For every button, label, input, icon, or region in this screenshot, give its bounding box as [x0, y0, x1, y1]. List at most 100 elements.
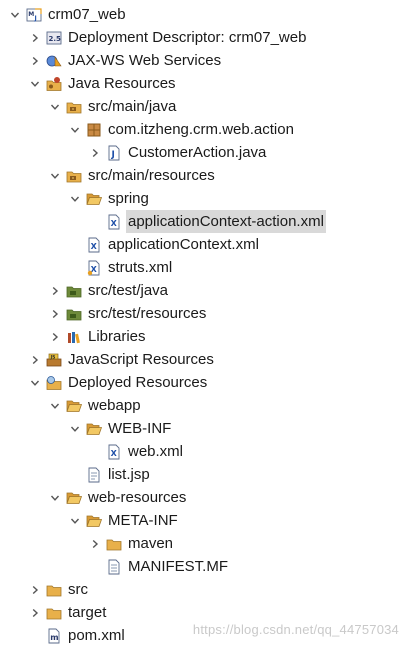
expanded-arrow-icon[interactable]: [48, 486, 62, 509]
tree-item[interactable]: src/main/java: [48, 95, 178, 118]
tree-item-label: pom.xml: [68, 627, 125, 644]
tree-item[interactable]: target: [28, 601, 108, 624]
collapsed-arrow-icon[interactable]: [88, 532, 102, 555]
tree-item[interactable]: web-resources: [48, 486, 188, 509]
tree-item[interactable]: Xstruts.xml: [68, 256, 174, 279]
expanded-arrow-icon[interactable]: [68, 509, 82, 532]
tree-item-label: WEB-INF: [108, 420, 172, 437]
collapsed-arrow-icon[interactable]: [48, 325, 62, 348]
tree-item[interactable]: META-INF: [68, 509, 180, 532]
tree-item[interactable]: list.jsp: [68, 463, 152, 486]
source-folder-icon: [66, 168, 82, 184]
folder-icon: [46, 605, 62, 621]
source-folder-icon: [66, 99, 82, 115]
tree-item[interactable]: src: [28, 578, 90, 601]
tree-item[interactable]: Java Resources: [28, 72, 178, 95]
collapsed-arrow-icon[interactable]: [28, 49, 42, 72]
tree-item[interactable]: src/test/resources: [48, 302, 208, 325]
folder-icon: [106, 536, 122, 552]
tree-item-label: src: [68, 581, 88, 598]
tree-item[interactable]: 2.5 Deployment Descriptor: crm07_web: [28, 26, 308, 49]
collapsed-arrow-icon[interactable]: [28, 348, 42, 371]
tree-item-label: struts.xml: [108, 259, 173, 276]
collapsed-arrow-icon[interactable]: [28, 26, 42, 49]
expanded-arrow-icon[interactable]: [68, 118, 82, 141]
tree-item-label: Deployment Descriptor: crm07_web: [68, 29, 307, 46]
folder-open-icon: [86, 421, 102, 437]
xml-file-icon: X: [106, 444, 122, 460]
maven-pom-file-icon: m: [46, 628, 62, 644]
expanded-arrow-icon[interactable]: [28, 72, 42, 95]
collapsed-arrow-icon[interactable]: [48, 302, 62, 325]
svg-text:X: X: [111, 219, 118, 228]
tree-item-label: webapp: [88, 397, 141, 414]
tree-item[interactable]: JAX-WS Web Services: [28, 49, 223, 72]
svg-text:M: M: [28, 11, 34, 18]
collapsed-arrow-icon[interactable]: [28, 601, 42, 624]
tree-item-label: applicationContext-action.xml: [126, 210, 326, 233]
tree-item-label: src/main/java: [88, 98, 177, 115]
tree-item[interactable]: Xweb.xml: [88, 440, 185, 463]
expanded-arrow-icon[interactable]: [48, 95, 62, 118]
tree-item[interactable]: XapplicationContext-action.xml: [88, 210, 326, 233]
tree-item[interactable]: src/main/resources: [48, 164, 217, 187]
expanded-arrow-icon[interactable]: [68, 417, 82, 440]
svg-text:JS: JS: [50, 354, 56, 360]
tree-item[interactable]: m pom.xml: [28, 624, 127, 647]
tree-item-label: JavaScript Resources: [68, 351, 214, 368]
tree-item[interactable]: M Jcrm07_web: [8, 3, 128, 26]
expanded-arrow-icon[interactable]: [28, 371, 42, 394]
collapsed-arrow-icon[interactable]: [88, 141, 102, 164]
deployed-resources-icon: [46, 375, 62, 391]
text-file-icon: [106, 559, 122, 575]
jsp-file-icon: [86, 467, 102, 483]
expanded-arrow-icon[interactable]: [68, 187, 82, 210]
expanded-arrow-icon[interactable]: [48, 394, 62, 417]
tree-item[interactable]: XapplicationContext.xml: [68, 233, 261, 256]
collapsed-arrow-icon[interactable]: [48, 279, 62, 302]
tree-item[interactable]: Deployed Resources: [28, 371, 209, 394]
tree-item-label: applicationContext.xml: [108, 236, 259, 253]
tree-item[interactable]: webapp: [48, 394, 143, 417]
java-file-icon: J: [106, 145, 122, 161]
java-resources-icon: [46, 76, 62, 92]
tree-item[interactable]: WEB-INF: [68, 417, 173, 440]
tree-item-label: src/test/resources: [88, 305, 207, 322]
tree-item[interactable]: spring: [68, 187, 151, 210]
js-resources-icon: JS: [46, 352, 62, 368]
folder-icon: [46, 582, 62, 598]
tree-item[interactable]: maven: [88, 532, 175, 555]
collapsed-arrow-icon[interactable]: [28, 578, 42, 601]
tree-item-label: crm07_web: [48, 6, 126, 23]
tree-item-label: web.xml: [128, 443, 184, 460]
tree-item-label: Libraries: [88, 328, 146, 345]
tree-item[interactable]: JS JavaScript Resources: [28, 348, 216, 371]
tree-item[interactable]: MANIFEST.MF: [88, 555, 230, 578]
deployment-descriptor-icon: 2.5: [46, 30, 62, 46]
libraries-icon: [66, 329, 82, 345]
test-folder-icon: [66, 306, 82, 322]
folder-open-icon: [66, 490, 82, 506]
xml-file-icon: X: [86, 237, 102, 253]
package-icon: [86, 122, 102, 138]
folder-open-icon: [66, 398, 82, 414]
tree-item[interactable]: src/test/java: [48, 279, 170, 302]
expanded-arrow-icon[interactable]: [8, 3, 22, 26]
tree-item[interactable]: com.itzheng.crm.web.action: [68, 118, 296, 141]
tree-item-label: Deployed Resources: [68, 374, 208, 391]
tree-item[interactable]: J CustomerAction.java: [88, 141, 268, 164]
web-services-icon: [46, 53, 62, 69]
tree-item-label: list.jsp: [108, 466, 150, 483]
tree-item-label: JAX-WS Web Services: [68, 52, 222, 69]
tree-item-label: CustomerAction.java: [128, 144, 267, 161]
tree-item-label: target: [68, 604, 107, 621]
tree-item[interactable]: Libraries: [48, 325, 148, 348]
tree-item-label: src/test/java: [88, 282, 169, 299]
tree-item-label: META-INF: [108, 512, 178, 529]
expanded-arrow-icon[interactable]: [48, 164, 62, 187]
svg-text:2.5: 2.5: [49, 35, 62, 43]
